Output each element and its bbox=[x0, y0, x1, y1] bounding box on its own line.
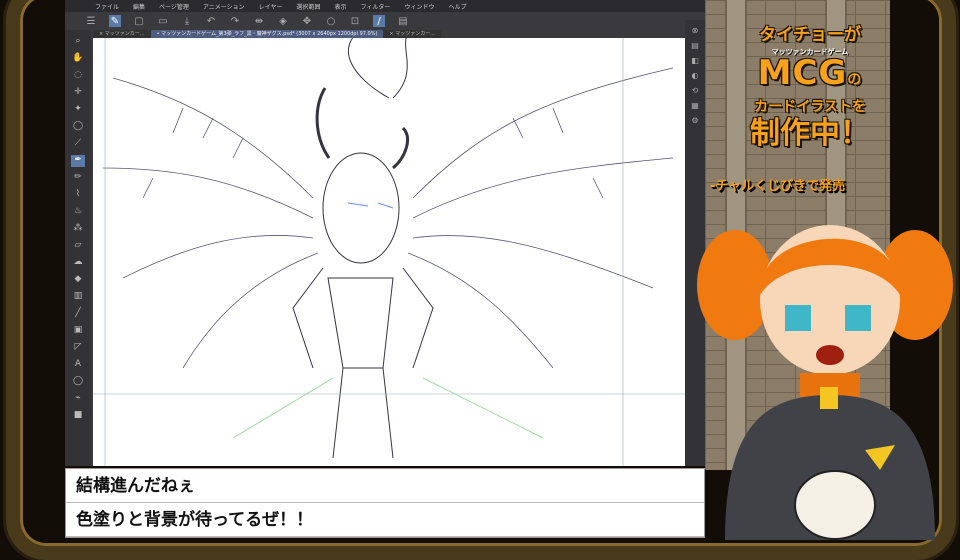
menu-page[interactable]: ページ管理 bbox=[159, 2, 189, 11]
layer-icon[interactable]: ▤ bbox=[691, 41, 699, 50]
tab-document-1[interactable]: × マッツァンカー... bbox=[93, 30, 151, 38]
pages-icon[interactable]: ▤ bbox=[397, 15, 409, 27]
tab-document-active[interactable]: • マッツァンカードゲーム_第3弾_ラフ_黒・魔神ザグス.psd* (3007 … bbox=[150, 30, 384, 38]
property-icon[interactable]: ◧ bbox=[691, 56, 699, 65]
move-icon[interactable]: ✛ bbox=[71, 87, 85, 99]
settings-icon[interactable]: ⚙ bbox=[691, 116, 698, 125]
demon-sketch bbox=[93, 38, 685, 466]
drawing-canvas[interactable] bbox=[93, 38, 685, 466]
menu-edit[interactable]: 編集 bbox=[133, 2, 145, 11]
menu-selection[interactable]: 選択範囲 bbox=[297, 2, 321, 11]
menu-animation[interactable]: アニメーション bbox=[203, 2, 245, 11]
blend-icon[interactable]: ☁ bbox=[71, 257, 85, 269]
promo-line-3: カードイラストを bbox=[754, 99, 866, 115]
menu-filter[interactable]: フィルター bbox=[361, 2, 391, 11]
tool-mode-icon[interactable]: ✎ bbox=[109, 15, 121, 27]
hand-icon[interactable]: ✋ bbox=[71, 53, 85, 65]
fill-icon[interactable]: ◈ bbox=[277, 15, 289, 27]
color-swatch[interactable]: ■ bbox=[71, 410, 85, 422]
correct-line-icon[interactable]: ⌁ bbox=[71, 393, 85, 405]
flip-icon[interactable]: ⇹ bbox=[253, 15, 265, 27]
material-icon[interactable]: ▦ bbox=[691, 101, 699, 110]
tool-palette: ⌕ ✋ ◌ ✛ ✦ ◯ ⟋ ✒ ✏ ⌇ ♨ ⁂ ▱ ☁ ◆ ▥ ╱ ▣ ◸ A … bbox=[65, 30, 91, 466]
wand-icon[interactable]: ✦ bbox=[71, 104, 85, 116]
subtitle-line-2: 色塗りと背景が待ってるぜ！！ bbox=[66, 503, 704, 537]
color-icon[interactable]: ◐ bbox=[692, 71, 699, 80]
balloon-icon[interactable]: ◯ bbox=[71, 376, 85, 388]
promo-no: の bbox=[847, 72, 863, 88]
zoom-icon[interactable]: ⌕ bbox=[71, 36, 85, 48]
fill-tool-icon[interactable]: ◆ bbox=[71, 274, 85, 286]
tab-document-3[interactable]: × マッツァンカー... bbox=[383, 30, 441, 38]
new-file-icon[interactable]: ▢ bbox=[133, 15, 145, 27]
selection-icon[interactable]: ◯ bbox=[71, 121, 85, 133]
undo-icon[interactable]: ↶ bbox=[205, 15, 217, 27]
save-icon[interactable]: ⤓ bbox=[181, 15, 193, 27]
text-icon[interactable]: A bbox=[71, 359, 85, 371]
subtitle-line-1: 結構進んだねぇ bbox=[66, 469, 704, 503]
eyedropper-icon[interactable]: ⟋ bbox=[71, 138, 85, 150]
pencil-icon[interactable]: ✏ bbox=[71, 172, 85, 184]
menu-bar: ファイル 編集 ページ管理 アニメーション レイヤー 選択範囲 表示 フィルター… bbox=[65, 0, 705, 12]
command-bar: ☰ ✎ ▢ ▭ ⤓ ↶ ↷ ⇹ ◈ ✥ ○ ⊡ / ▤ bbox=[65, 12, 705, 30]
pen-icon[interactable]: / bbox=[373, 15, 385, 27]
promo-line-1: タイチョーが bbox=[759, 25, 861, 45]
eraser-icon[interactable]: ▱ bbox=[71, 240, 85, 252]
promo-text: タイチョーが マッツァンカードゲーム MCGの カードイラストを 制作中！ bbox=[735, 20, 885, 152]
menu-view[interactable]: 表示 bbox=[335, 2, 347, 11]
menu-file[interactable]: ファイル bbox=[95, 2, 119, 11]
navigator-icon[interactable]: ⊗ bbox=[692, 26, 699, 35]
promo-release-note: -チャルくじびきで発売 bbox=[710, 179, 846, 194]
subtitle-box: 結構進んだねぇ 色塗りと背景が待ってるぜ！！ bbox=[65, 468, 705, 538]
rotate-icon[interactable]: ○ bbox=[325, 15, 337, 27]
menu-layer[interactable]: レイヤー bbox=[259, 2, 283, 11]
crop-icon[interactable]: ⊡ bbox=[349, 15, 361, 27]
ruler-icon[interactable]: ◸ bbox=[71, 342, 85, 354]
clip-studio-window: ファイル 編集 ページ管理 アニメーション レイヤー 選択範囲 表示 フィルター… bbox=[65, 0, 705, 466]
pen-tool-icon[interactable]: ✒ bbox=[71, 155, 85, 167]
frame-icon[interactable]: ▣ bbox=[71, 325, 85, 337]
promo-mcg: MCG bbox=[757, 53, 848, 93]
redo-icon[interactable]: ↷ bbox=[229, 15, 241, 27]
lasso-icon[interactable]: ◌ bbox=[71, 70, 85, 82]
brush-icon[interactable]: ⌇ bbox=[71, 189, 85, 201]
airbrush-icon[interactable]: ♨ bbox=[71, 206, 85, 218]
pixel-character-avatar bbox=[697, 225, 953, 540]
gradient-icon[interactable]: ▥ bbox=[71, 291, 85, 303]
transform-icon[interactable]: ✥ bbox=[301, 15, 313, 27]
menu-window[interactable]: ウィンドウ bbox=[404, 2, 434, 11]
open-folder-icon[interactable]: ▭ bbox=[157, 15, 169, 27]
history-icon[interactable]: ⟲ bbox=[692, 86, 699, 95]
document-tabs: × マッツァンカー... • マッツァンカードゲーム_第3弾_ラフ_黒・魔神ザグ… bbox=[93, 30, 441, 38]
promo-line-2: MCGの bbox=[735, 56, 885, 96]
menu-help[interactable]: ヘルプ bbox=[448, 2, 466, 11]
promo-line-4: 制作中！ bbox=[750, 116, 870, 151]
hamburger-icon[interactable]: ☰ bbox=[85, 15, 97, 27]
line-icon[interactable]: ╱ bbox=[71, 308, 85, 320]
decoration-icon[interactable]: ⁂ bbox=[71, 223, 85, 235]
